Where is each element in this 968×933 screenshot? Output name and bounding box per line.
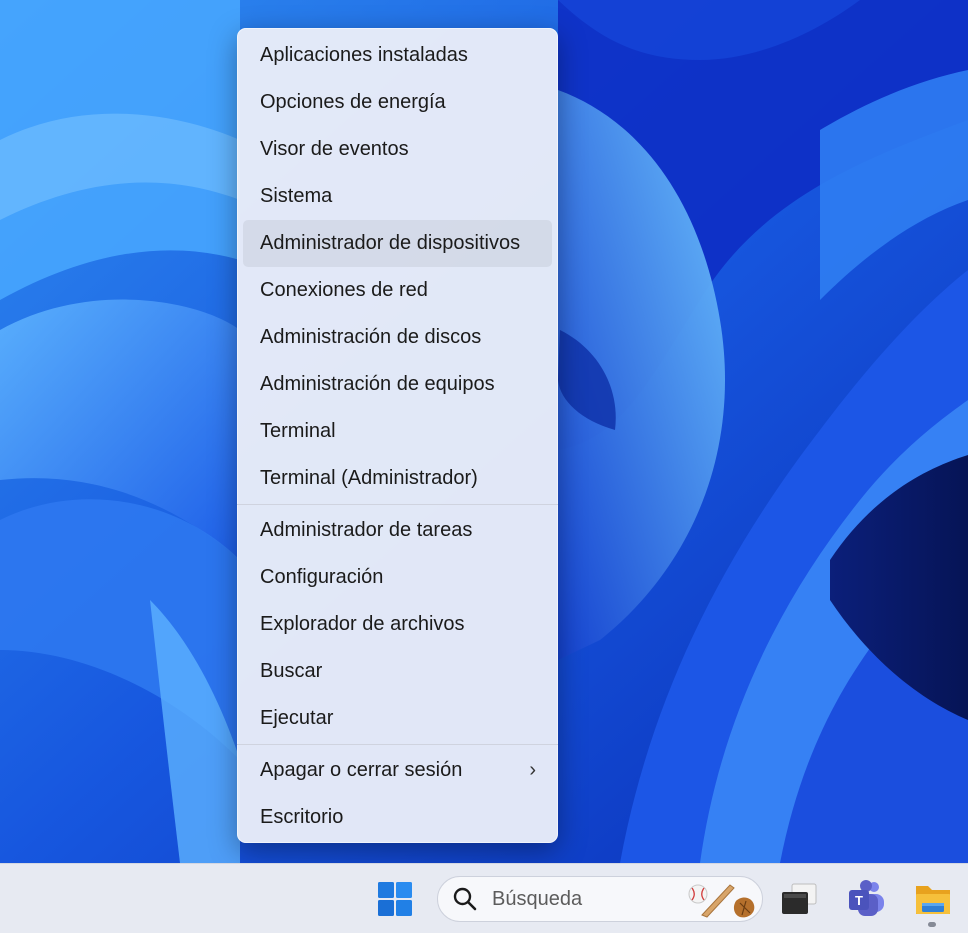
menu-item[interactable]: Visor de eventos [243, 126, 552, 173]
menu-item-label: Administrador de dispositivos [260, 232, 521, 254]
menu-item-label: Visor de eventos [260, 138, 409, 160]
menu-item-label: Ejecutar [260, 707, 334, 729]
file-explorer-button[interactable] [910, 876, 956, 922]
menu-item[interactable]: Administración de discos [243, 314, 552, 361]
taskbar-search-box[interactable]: Búsqueda [437, 876, 763, 922]
menu-item[interactable]: Aplicaciones instaladas [243, 32, 552, 79]
menu-item[interactable]: Configuración [243, 554, 552, 601]
winx-context-menu: Aplicaciones instaladas Opciones de energ… [237, 28, 558, 843]
search-icon [453, 887, 477, 911]
task-view-icon [782, 883, 817, 914]
menu-item-label: Aplicaciones instaladas [260, 44, 468, 66]
windows-start-icon [378, 882, 412, 916]
teams-button[interactable]: T [844, 876, 890, 922]
menu-item[interactable]: Administrador de tareas [243, 507, 552, 554]
menu-item[interactable]: Ejecutar [243, 695, 552, 742]
menu-separator [237, 504, 558, 505]
menu-item[interactable]: Administración de equipos [243, 361, 552, 408]
taskbar: Búsqueda T [0, 863, 968, 933]
menu-item-label: Apagar o cerrar sesión [260, 759, 463, 781]
menu-item[interactable]: Administrador de dispositivos [243, 220, 552, 267]
baseball-highlight-icon [688, 884, 755, 918]
teams-icon: T [849, 880, 884, 916]
search-placeholder: Búsqueda [492, 888, 583, 910]
menu-separator [237, 744, 558, 745]
menu-item[interactable]: Conexiones de red [243, 267, 552, 314]
menu-item-label: Conexiones de red [260, 279, 428, 301]
menu-item-label: Administración de equipos [260, 373, 495, 395]
menu-item[interactable]: Terminal (Administrador) [243, 455, 552, 502]
menu-item-label: Terminal [260, 420, 336, 442]
menu-item-label: Opciones de energía [260, 91, 446, 113]
menu-item[interactable]: Apagar o cerrar sesión › [243, 747, 552, 794]
file-explorer-icon [916, 886, 950, 914]
menu-item-label: Explorador de archivos [260, 613, 465, 635]
menu-item[interactable]: Buscar [243, 648, 552, 695]
menu-item-label: Terminal (Administrador) [260, 467, 478, 489]
menu-item-label: Configuración [260, 566, 384, 588]
task-view-button[interactable] [776, 876, 822, 922]
svg-text:T: T [855, 893, 863, 908]
menu-item[interactable]: Escritorio [243, 794, 552, 841]
menu-item-label: Administrador de tareas [260, 519, 473, 541]
chevron-right-icon: › [529, 759, 536, 781]
running-app-indicator [928, 922, 936, 927]
menu-item[interactable]: Opciones de energía [243, 79, 552, 126]
menu-item[interactable]: Explorador de archivos [243, 601, 552, 648]
menu-item-label: Sistema [260, 185, 333, 207]
menu-item[interactable]: Sistema [243, 173, 552, 220]
menu-item-label: Administración de discos [260, 326, 482, 348]
start-button[interactable] [372, 876, 418, 922]
menu-item-label: Buscar [260, 660, 323, 682]
menu-item[interactable]: Terminal [243, 408, 552, 455]
menu-item-label: Escritorio [260, 806, 344, 828]
